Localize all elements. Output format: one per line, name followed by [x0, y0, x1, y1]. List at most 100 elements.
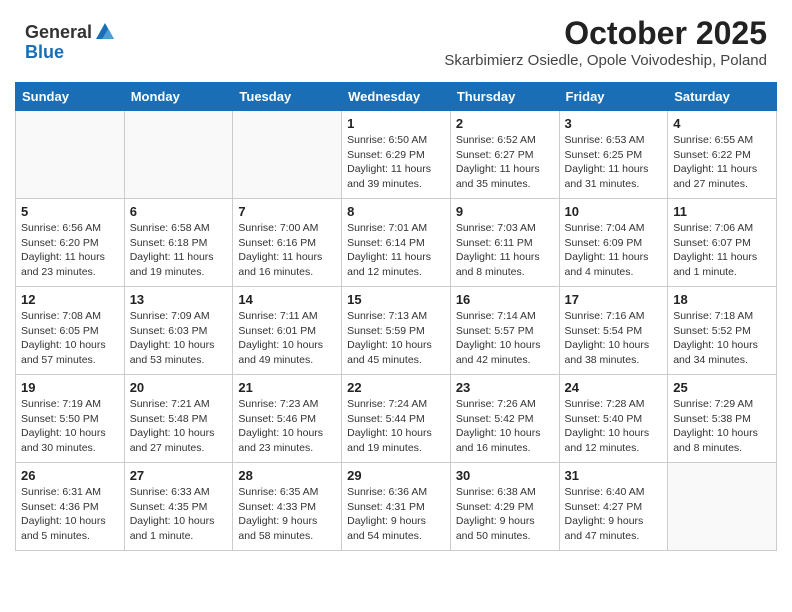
calendar-cell: 27 Sunrise: 6:33 AM Sunset: 4:35 PM Dayli… [124, 463, 233, 551]
day-number: 5 [21, 204, 119, 219]
day-number: 18 [673, 292, 771, 307]
day-info: Sunrise: 7:26 AM Sunset: 5:42 PM Dayligh… [456, 397, 554, 456]
calendar-week-4: 19 Sunrise: 7:19 AM Sunset: 5:50 PM Dayli… [16, 375, 777, 463]
calendar-cell: 5 Sunrise: 6:56 AM Sunset: 6:20 PM Daylig… [16, 199, 125, 287]
calendar-cell: 4Sunrise: 6:55 AM Sunset: 6:22 PM Daylig… [668, 111, 777, 199]
calendar-cell: 30Sunrise: 6:38 AM Sunset: 4:29 PM Dayli… [450, 463, 559, 551]
day-info: Sunrise: 7:14 AM Sunset: 5:57 PM Dayligh… [456, 309, 554, 368]
day-info: Sunrise: 6:31 AM Sunset: 4:36 PM Dayligh… [21, 485, 119, 544]
calendar-cell [233, 111, 342, 199]
day-info: Sunrise: 6:53 AM Sunset: 6:25 PM Dayligh… [565, 133, 663, 192]
day-info: Sunrise: 7:04 AM Sunset: 6:09 PM Dayligh… [565, 221, 663, 280]
logo: General Blue [25, 21, 116, 63]
calendar-cell: 29 Sunrise: 6:36 AM Sunset: 4:31 PM Dayli… [342, 463, 451, 551]
day-info: Sunrise: 7:06 AM Sunset: 6:07 PM Dayligh… [673, 221, 771, 280]
calendar-week-3: 12 Sunrise: 7:08 AM Sunset: 6:05 PM Dayli… [16, 287, 777, 375]
day-info: Sunrise: 6:56 AM Sunset: 6:20 PM Dayligh… [21, 221, 119, 280]
day-number: 28 [238, 468, 336, 483]
logo-general: General [25, 23, 92, 41]
day-info: Sunrise: 7:11 AM Sunset: 6:01 PM Dayligh… [238, 309, 336, 368]
calendar-cell: 6 Sunrise: 6:58 AM Sunset: 6:18 PM Daylig… [124, 199, 233, 287]
calendar-cell: 10 Sunrise: 7:04 AM Sunset: 6:09 PM Dayli… [559, 199, 668, 287]
day-number: 26 [21, 468, 119, 483]
day-info: Sunrise: 7:19 AM Sunset: 5:50 PM Dayligh… [21, 397, 119, 456]
calendar-week-5: 26 Sunrise: 6:31 AM Sunset: 4:36 PM Dayli… [16, 463, 777, 551]
calendar-cell: 23 Sunrise: 7:26 AM Sunset: 5:42 PM Dayli… [450, 375, 559, 463]
day-number: 29 [347, 468, 445, 483]
calendar-cell: 16Sunrise: 7:14 AM Sunset: 5:57 PM Dayli… [450, 287, 559, 375]
weekday-header-tuesday: Tuesday [233, 83, 342, 111]
day-info: Sunrise: 7:08 AM Sunset: 6:05 PM Dayligh… [21, 309, 119, 368]
calendar-cell: 14 Sunrise: 7:11 AM Sunset: 6:01 PM Dayli… [233, 287, 342, 375]
day-info: Sunrise: 7:03 AM Sunset: 6:11 PM Dayligh… [456, 221, 554, 280]
weekday-header-monday: Monday [124, 83, 233, 111]
logo-blue: Blue [25, 42, 64, 62]
calendar-cell: 9 Sunrise: 7:03 AM Sunset: 6:11 PM Daylig… [450, 199, 559, 287]
day-info: Sunrise: 7:13 AM Sunset: 5:59 PM Dayligh… [347, 309, 445, 368]
day-number: 23 [456, 380, 554, 395]
day-number: 14 [238, 292, 336, 307]
day-number: 24 [565, 380, 663, 395]
calendar-cell: 7Sunrise: 7:00 AM Sunset: 6:16 PM Daylig… [233, 199, 342, 287]
weekday-header-saturday: Saturday [668, 83, 777, 111]
weekday-header-friday: Friday [559, 83, 668, 111]
day-number: 10 [565, 204, 663, 219]
day-number: 3 [565, 116, 663, 131]
calendar-cell: 1Sunrise: 6:50 AM Sunset: 6:29 PM Daylig… [342, 111, 451, 199]
day-info: Sunrise: 6:52 AM Sunset: 6:27 PM Dayligh… [456, 133, 554, 192]
day-number: 19 [21, 380, 119, 395]
day-number: 13 [130, 292, 228, 307]
day-info: Sunrise: 7:18 AM Sunset: 5:52 PM Dayligh… [673, 309, 771, 368]
calendar-cell: 3 Sunrise: 6:53 AM Sunset: 6:25 PM Daylig… [559, 111, 668, 199]
calendar-cell: 13Sunrise: 7:09 AM Sunset: 6:03 PM Dayli… [124, 287, 233, 375]
weekday-header-thursday: Thursday [450, 83, 559, 111]
day-info: Sunrise: 7:16 AM Sunset: 5:54 PM Dayligh… [565, 309, 663, 368]
day-number: 15 [347, 292, 445, 307]
day-number: 20 [130, 380, 228, 395]
location-subtitle: Skarbimierz Osiedle, Opole Voivodeship, … [444, 52, 767, 69]
calendar-cell: 25 Sunrise: 7:29 AM Sunset: 5:38 PM Dayli… [668, 375, 777, 463]
calendar-cell: 18 Sunrise: 7:18 AM Sunset: 5:52 PM Dayli… [668, 287, 777, 375]
calendar-table: SundayMondayTuesdayWednesdayThursdayFrid… [15, 82, 777, 551]
day-number: 31 [565, 468, 663, 483]
day-number: 11 [673, 204, 771, 219]
day-number: 1 [347, 116, 445, 131]
calendar-cell [124, 111, 233, 199]
day-info: Sunrise: 7:23 AM Sunset: 5:46 PM Dayligh… [238, 397, 336, 456]
calendar-week-2: 5 Sunrise: 6:56 AM Sunset: 6:20 PM Daylig… [16, 199, 777, 287]
weekday-header-wednesday: Wednesday [342, 83, 451, 111]
calendar-cell: 22Sunrise: 7:24 AM Sunset: 5:44 PM Dayli… [342, 375, 451, 463]
calendar-cell: 21 Sunrise: 7:23 AM Sunset: 5:46 PM Dayli… [233, 375, 342, 463]
day-info: Sunrise: 7:29 AM Sunset: 5:38 PM Dayligh… [673, 397, 771, 456]
day-info: Sunrise: 6:33 AM Sunset: 4:35 PM Dayligh… [130, 485, 228, 544]
day-number: 6 [130, 204, 228, 219]
calendar-cell: 2 Sunrise: 6:52 AM Sunset: 6:27 PM Daylig… [450, 111, 559, 199]
day-info: Sunrise: 6:38 AM Sunset: 4:29 PM Dayligh… [456, 485, 554, 544]
calendar-cell: 24 Sunrise: 7:28 AM Sunset: 5:40 PM Dayli… [559, 375, 668, 463]
calendar-cell: 31 Sunrise: 6:40 AM Sunset: 4:27 PM Dayli… [559, 463, 668, 551]
day-info: Sunrise: 7:00 AM Sunset: 6:16 PM Dayligh… [238, 221, 336, 280]
day-number: 27 [130, 468, 228, 483]
day-number: 8 [347, 204, 445, 219]
day-info: Sunrise: 6:36 AM Sunset: 4:31 PM Dayligh… [347, 485, 445, 544]
calendar-cell: 28 Sunrise: 6:35 AM Sunset: 4:33 PM Dayli… [233, 463, 342, 551]
day-number: 25 [673, 380, 771, 395]
weekday-header-sunday: Sunday [16, 83, 125, 111]
day-number: 22 [347, 380, 445, 395]
day-info: Sunrise: 6:40 AM Sunset: 4:27 PM Dayligh… [565, 485, 663, 544]
calendar-cell [668, 463, 777, 551]
logo-icon [94, 21, 116, 43]
day-info: Sunrise: 6:35 AM Sunset: 4:33 PM Dayligh… [238, 485, 336, 544]
calendar-week-1: 1Sunrise: 6:50 AM Sunset: 6:29 PM Daylig… [16, 111, 777, 199]
calendar-cell: 19 Sunrise: 7:19 AM Sunset: 5:50 PM Dayli… [16, 375, 125, 463]
day-number: 4 [673, 116, 771, 131]
day-number: 21 [238, 380, 336, 395]
page-header: General Blue October 2025 Skarbimierz Os… [0, 0, 792, 74]
day-info: Sunrise: 7:28 AM Sunset: 5:40 PM Dayligh… [565, 397, 663, 456]
day-info: Sunrise: 7:21 AM Sunset: 5:48 PM Dayligh… [130, 397, 228, 456]
weekday-header-row: SundayMondayTuesdayWednesdayThursdayFrid… [16, 83, 777, 111]
day-number: 2 [456, 116, 554, 131]
day-info: Sunrise: 6:58 AM Sunset: 6:18 PM Dayligh… [130, 221, 228, 280]
day-number: 12 [21, 292, 119, 307]
day-number: 9 [456, 204, 554, 219]
